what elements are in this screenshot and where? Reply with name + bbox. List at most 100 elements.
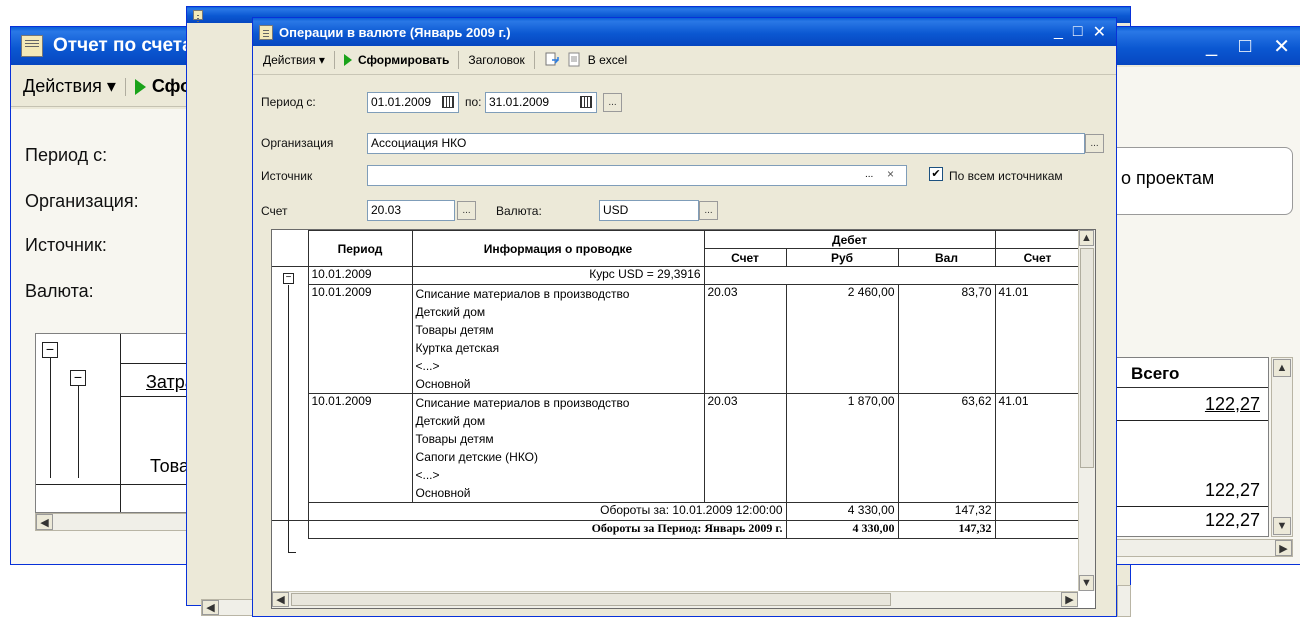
account-select-button[interactable]: ... — [457, 201, 476, 220]
projects-label: о проектам — [1121, 168, 1215, 188]
all-sources-checkbox[interactable]: ✔ — [929, 167, 943, 181]
toolbar-separator — [124, 77, 126, 96]
entry-date: 10.01.2009 — [307, 393, 413, 503]
horizontal-scrollbar[interactable]: ▶ — [1109, 539, 1293, 557]
close-button[interactable]: ✕ — [1093, 22, 1106, 42]
source-label: Источник: — [25, 235, 107, 255]
window-controls: _ □ ✕ — [1054, 18, 1106, 46]
entry-account: 20.03 — [703, 393, 787, 503]
window-controls: _ □ ✕ — [1206, 27, 1290, 65]
subtotal-row[interactable]: Обороты за: 10.01.2009 12:00:00 4 330,00… — [272, 502, 1081, 521]
totals-table: Всего 122,27 122,27 122,27 — [1109, 357, 1269, 537]
toolbar-separator — [533, 51, 535, 69]
grid-vertical-scrollbar[interactable]: ▲ ▼ — [1078, 230, 1095, 591]
background-window-right: _ □ ✕ о проектам Всего 122,27 122,27 122… — [1108, 26, 1300, 565]
close-button[interactable]: ✕ — [1273, 34, 1290, 59]
operations-table: Период Информация о проводке Дебет Счет … — [272, 230, 1081, 539]
debit-column-header[interactable]: Дебет — [703, 230, 996, 249]
maximize-button[interactable]: □ — [1073, 23, 1083, 41]
entry-row[interactable]: 10.01.2009 Списание материалов в произво… — [272, 284, 1081, 394]
scroll-up-icon[interactable]: ▲ — [1273, 359, 1291, 377]
generate-button[interactable]: Сформировать — [338, 49, 455, 71]
minimize-button[interactable]: _ — [1054, 23, 1063, 41]
total-value[interactable]: 122,27 — [1205, 394, 1260, 415]
generate-label: Сформировать — [357, 53, 450, 67]
grid-horizontal-scrollbar[interactable]: ◀ ▶ — [272, 591, 1078, 608]
credit-account-header[interactable]: Счет — [994, 248, 1081, 267]
report-icon — [259, 24, 273, 40]
row-line — [1109, 420, 1268, 421]
tree-line — [288, 552, 296, 553]
export-icon — [545, 52, 559, 66]
entry-line: Сапоги детские (НКО) — [415, 450, 539, 464]
debit-account-header[interactable]: Счет — [703, 248, 787, 267]
tree-column-header — [272, 230, 309, 267]
scroll-thumb[interactable] — [291, 593, 891, 606]
total-row[interactable]: Обороты за Период: Январь 2009 г. 4 330,… — [272, 520, 1081, 539]
period-from-label: Период с: — [261, 95, 316, 109]
entry-line: <...> — [415, 359, 440, 373]
document-icon — [568, 52, 580, 67]
entry-line: Товары детям — [415, 432, 494, 446]
entry-rub: 1 870,00 — [785, 393, 899, 503]
entry-line: Списание материалов в производство — [415, 287, 630, 301]
subtotal-label: Обороты за: 10.01.2009 12:00:00 — [307, 502, 787, 521]
totals-header-row: Всего — [1109, 358, 1268, 388]
organization-field[interactable]: Ассоциация НКО — [367, 133, 1085, 154]
total-label: Обороты за Период: Январь 2009 г. — [307, 520, 787, 539]
entry-line: Куртка детская — [415, 341, 500, 355]
currency-select-button[interactable]: ... — [699, 201, 718, 220]
currency-label: Валюта: — [496, 204, 542, 218]
debit-rub-header[interactable]: Руб — [785, 248, 899, 267]
total-value: 122,27 — [1204, 510, 1260, 530]
actions-menu[interactable]: Действия ▾ — [17, 76, 122, 98]
currency-field[interactable]: USD — [599, 200, 699, 221]
minimize-button[interactable]: _ — [1206, 35, 1217, 58]
scrollbar-fragment[interactable] — [1117, 585, 1131, 617]
collapse-icon[interactable]: − — [283, 273, 294, 284]
scroll-right-icon[interactable]: ▶ — [1061, 592, 1078, 607]
source-select-button[interactable]: ... — [865, 169, 873, 180]
scroll-left-icon[interactable]: ◀ — [36, 514, 53, 530]
scroll-right-icon[interactable]: ▶ — [1275, 540, 1292, 556]
clear-icon[interactable]: × — [887, 167, 894, 181]
scroll-left-icon[interactable]: ◀ — [272, 592, 289, 607]
debit-val-header[interactable]: Вал — [897, 248, 996, 267]
excel-export-button[interactable]: В excel — [538, 49, 633, 71]
tree-line — [50, 358, 51, 478]
period-column-header[interactable]: Период — [307, 230, 413, 267]
scroll-up-icon[interactable]: ▲ — [1079, 230, 1094, 246]
scroll-left-icon[interactable]: ◀ — [202, 600, 219, 615]
calendar-icon[interactable] — [578, 94, 594, 110]
total-rub: 4 330,00 — [785, 520, 899, 539]
period-select-button[interactable]: ... — [603, 93, 622, 112]
credit-column-header[interactable] — [994, 230, 1081, 249]
projects-option-box[interactable]: о проектам — [1109, 147, 1293, 215]
main-window-titlebar: Операции в валюте (Январь 2009 г.) _ □ ✕ — [253, 18, 1116, 46]
vertical-scrollbar[interactable]: ▲ ▼ — [1271, 357, 1293, 537]
account-field[interactable]: 20.03 — [367, 200, 455, 221]
entry-line: Детский дом — [415, 305, 486, 319]
info-column-header[interactable]: Информация о проводке — [411, 230, 705, 267]
organization-select-button[interactable]: ... — [1085, 134, 1104, 153]
column-line — [120, 334, 121, 512]
scroll-down-icon[interactable]: ▼ — [1273, 517, 1291, 535]
scroll-thumb[interactable] — [1080, 248, 1094, 468]
grid-header-row: Период Информация о проводке Дебет — [272, 230, 1081, 267]
collapse-icon[interactable]: − — [70, 370, 86, 386]
tree-line — [78, 386, 79, 478]
total-val: 147,32 — [897, 520, 996, 539]
entry-line: Детский дом — [415, 414, 486, 428]
scroll-down-icon[interactable]: ▼ — [1079, 575, 1094, 591]
header-button[interactable]: Заголовок — [462, 49, 530, 71]
window-body: о проектам Всего 122,27 122,27 122,27 ▲ … — [1109, 67, 1300, 564]
actions-menu[interactable]: Действия ▾ — [257, 49, 331, 71]
maximize-button[interactable]: □ — [1239, 35, 1251, 58]
rate-row[interactable]: 10.01.2009 Курс USD = 29,3916 — [272, 266, 1081, 285]
entry-row[interactable]: 10.01.2009 Списание материалов в произво… — [272, 393, 1081, 503]
collapse-icon[interactable]: − — [42, 342, 58, 358]
source-field[interactable] — [367, 165, 907, 186]
account-label: Счет — [261, 204, 288, 218]
calendar-icon[interactable] — [440, 94, 456, 110]
period-label: Период с: — [25, 145, 108, 165]
